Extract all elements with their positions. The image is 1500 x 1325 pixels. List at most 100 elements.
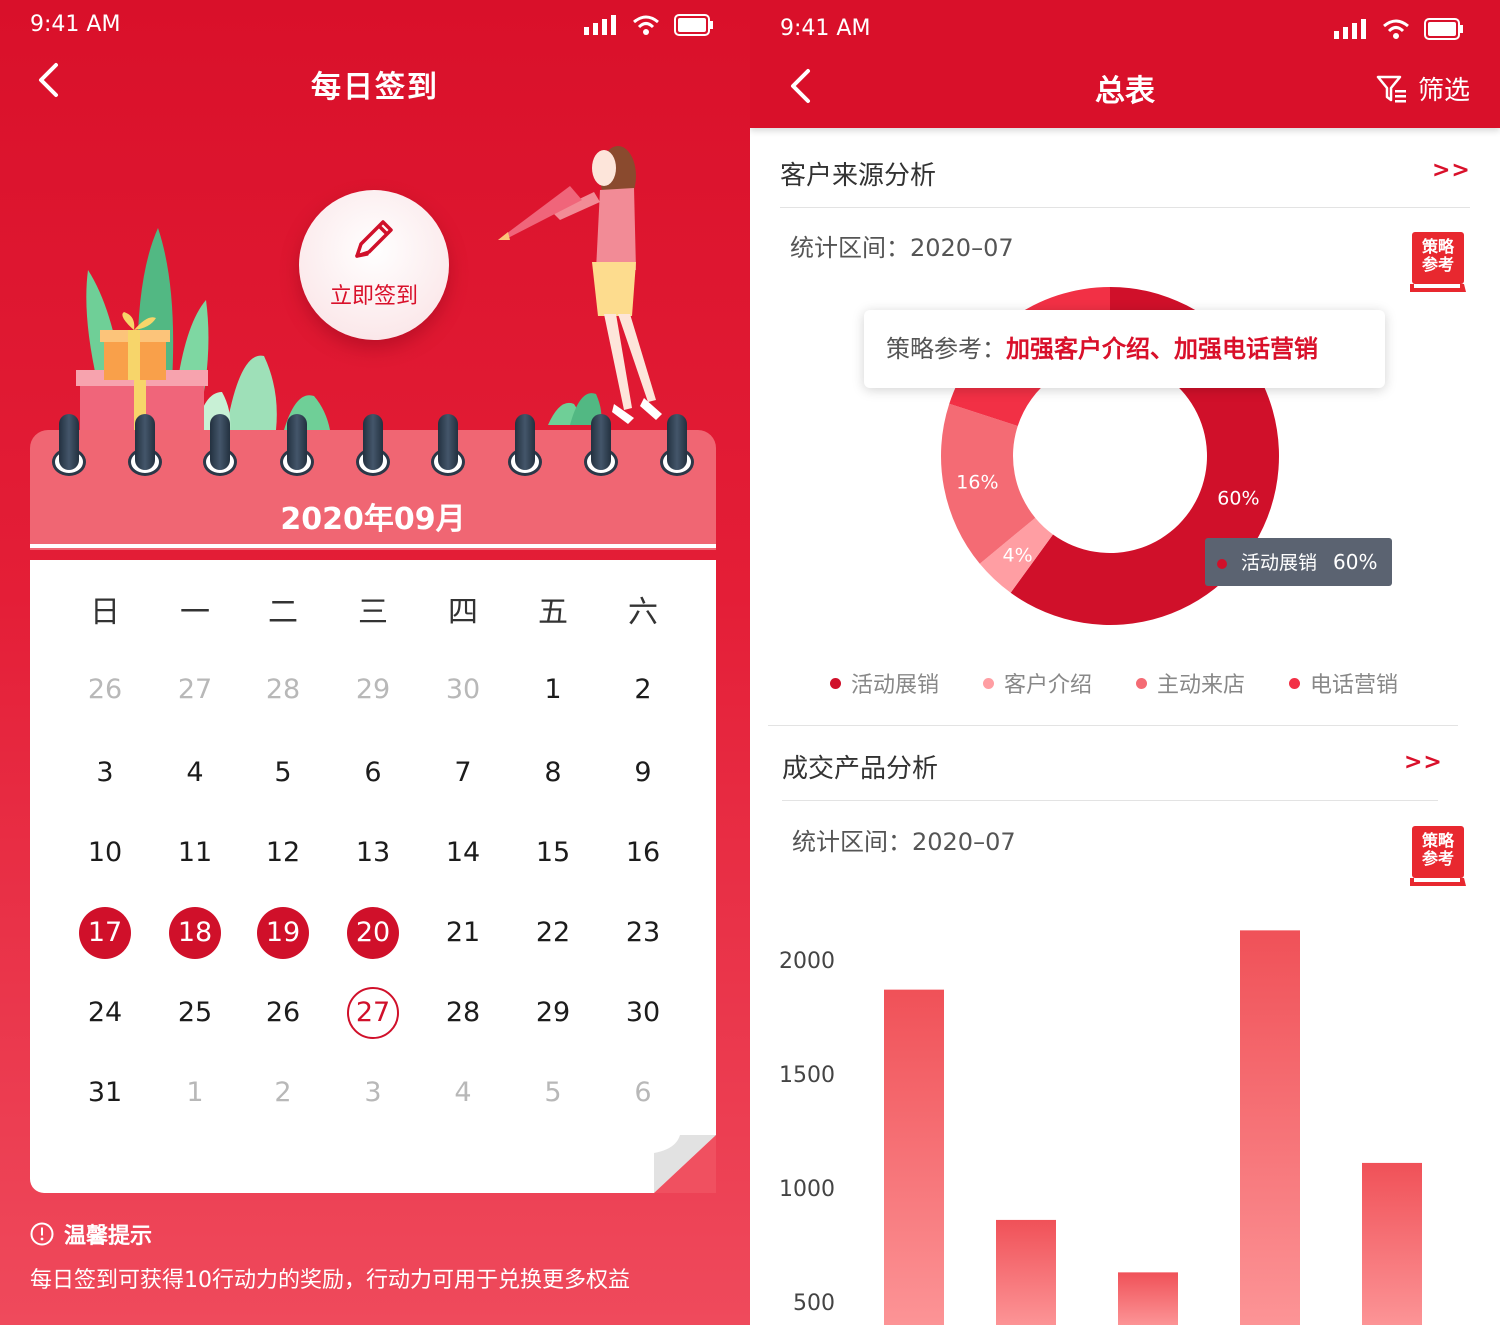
weekday-label: 五	[538, 595, 568, 630]
legend-swatch	[983, 677, 995, 689]
legend-label: 客户介绍	[1004, 673, 1093, 698]
tip-title-text: 温馨提示	[64, 1224, 153, 1249]
binding-ring	[584, 414, 618, 476]
calendar-day[interactable]: 4	[169, 747, 221, 799]
calendar-day[interactable]: 19	[257, 907, 309, 959]
calendar-day[interactable]: 23	[617, 907, 669, 959]
calendar-day[interactable]: 6	[617, 1067, 669, 1119]
legend-swatch	[1136, 677, 1148, 689]
filter-icon	[1376, 75, 1406, 102]
bar	[1240, 930, 1300, 1325]
calendar-day[interactable]: 15	[527, 827, 579, 879]
y-tick-label: 500	[793, 1291, 835, 1316]
y-tick-label: 1000	[779, 1177, 835, 1202]
y-tick-label: 2000	[779, 949, 835, 974]
legend-label: 电话营销	[1310, 673, 1399, 698]
wifi-icon	[1383, 19, 1409, 39]
strategy-value: 加强客户介绍、加强电话营销	[1006, 335, 1318, 363]
calendar-day[interactable]: 16	[617, 827, 669, 879]
calendar-day[interactable]: 28	[257, 664, 309, 716]
donut-data-label: 60%	[1217, 488, 1259, 510]
calendar-day[interactable]: 11	[169, 827, 221, 879]
weekday-label: 三	[358, 595, 388, 630]
filter-label: 筛选	[1417, 76, 1470, 106]
calendar-day[interactable]: 20	[347, 907, 399, 959]
calendar-day[interactable]: 10	[79, 827, 131, 879]
bar	[1362, 1162, 1422, 1325]
summary-screen: 9:41 AM 总表 筛选 客户来源分析 >> 统计区间：2020–07 策略 …	[750, 0, 1500, 1325]
customer-source-period: 统计区间：2020–07	[790, 234, 1014, 262]
filter-button[interactable]: 筛选	[1376, 70, 1470, 107]
info-icon	[30, 1222, 54, 1246]
calendar-day[interactable]: 24	[79, 987, 131, 1039]
calendar-day[interactable]: 27	[347, 987, 399, 1039]
section-divider	[768, 725, 1458, 726]
battery-icon	[1424, 18, 1463, 40]
calendar-day[interactable]: 30	[437, 664, 489, 716]
badge-line-2: 参考	[1422, 255, 1454, 274]
section-divider	[780, 207, 1470, 208]
calendar-day[interactable]: 6	[347, 747, 399, 799]
calendar-day[interactable]: 3	[347, 1067, 399, 1119]
checkin-button[interactable]: 立即签到	[299, 190, 449, 340]
strategy-popover: 策略参考：加强客户介绍、加强电话营销	[864, 310, 1385, 388]
calendar-day[interactable]: 28	[437, 987, 489, 1039]
tooltip-swatch	[1217, 558, 1227, 569]
legend-item[interactable]: 活动展销	[830, 667, 939, 699]
tooltip-label: 活动展销	[1241, 552, 1318, 574]
binding-ring	[508, 414, 542, 476]
calendar-day[interactable]: 18	[169, 907, 221, 959]
calendar-day[interactable]: 5	[527, 1067, 579, 1119]
strategy-reference-badge-icon[interactable]: 策略 参考	[1408, 822, 1468, 888]
calendar-day[interactable]: 5	[257, 747, 309, 799]
calendar-day[interactable]: 22	[527, 907, 579, 959]
calendar-day[interactable]: 12	[257, 827, 309, 879]
status-icons	[1334, 18, 1464, 40]
calendar-day[interactable]: 21	[437, 907, 489, 959]
legend-item[interactable]: 客户介绍	[983, 667, 1092, 699]
legend-item[interactable]: 电话营销	[1289, 667, 1398, 699]
calendar-grid: 日一二三四五六 26 27 28 29 30 1 2 3 4 5 6 7 8 9 10 11 12 13 14 15 1…	[30, 560, 716, 1193]
section-divider	[782, 800, 1438, 801]
legend-item[interactable]: 主动来店	[1136, 667, 1245, 699]
calendar-day[interactable]: 26	[257, 987, 309, 1039]
calendar-day[interactable]: 26	[79, 664, 131, 716]
calendar-day[interactable]: 31	[79, 1067, 131, 1119]
calendar-day[interactable]: 29	[527, 987, 579, 1039]
calendar-day[interactable]: 27	[169, 664, 221, 716]
calendar-day[interactable]: 1	[169, 1067, 221, 1119]
weekday-label: 六	[628, 595, 658, 630]
customer-source-title: 客户来源分析	[780, 161, 937, 191]
weekday-label: 一	[180, 595, 210, 630]
product-analysis-title: 成交产品分析	[782, 754, 939, 784]
calendar-day[interactable]: 3	[79, 747, 131, 799]
customer-source-more-link[interactable]: >>	[1432, 158, 1471, 183]
weekday-label: 二	[268, 595, 298, 630]
strategy-reference-badge-icon[interactable]: 策略 参考	[1408, 228, 1468, 294]
legend-swatch	[830, 677, 841, 689]
calendar-day[interactable]: 2	[617, 664, 669, 716]
calendar-day[interactable]: 1	[527, 664, 579, 716]
binding-ring	[128, 414, 162, 476]
calendar-month: 2020年09月	[280, 502, 466, 537]
calendar-day[interactable]: 17	[79, 907, 131, 959]
bar	[884, 989, 944, 1325]
badge-line-1: 策略	[1421, 237, 1455, 256]
page-curl-icon	[654, 1135, 716, 1193]
product-analysis-more-link[interactable]: >>	[1404, 750, 1443, 775]
legend-label: 主动来店	[1157, 673, 1246, 698]
calendar-day[interactable]: 2	[257, 1067, 309, 1119]
calendar-day[interactable]: 30	[617, 987, 669, 1039]
calendar-divider	[30, 544, 716, 548]
calendar-day[interactable]: 4	[437, 1067, 489, 1119]
chart-tooltip: 活动展销 60%	[1205, 538, 1392, 586]
legend-label: 活动展销	[851, 673, 940, 698]
calendar-day[interactable]: 9	[617, 747, 669, 799]
calendar-day[interactable]: 7	[437, 747, 489, 799]
calendar-day[interactable]: 14	[437, 827, 489, 879]
calendar-day[interactable]: 13	[347, 827, 399, 879]
calendar-day[interactable]: 8	[527, 747, 579, 799]
calendar-day[interactable]: 25	[169, 987, 221, 1039]
signal-icon	[1334, 19, 1366, 39]
calendar-day[interactable]: 29	[347, 664, 399, 716]
